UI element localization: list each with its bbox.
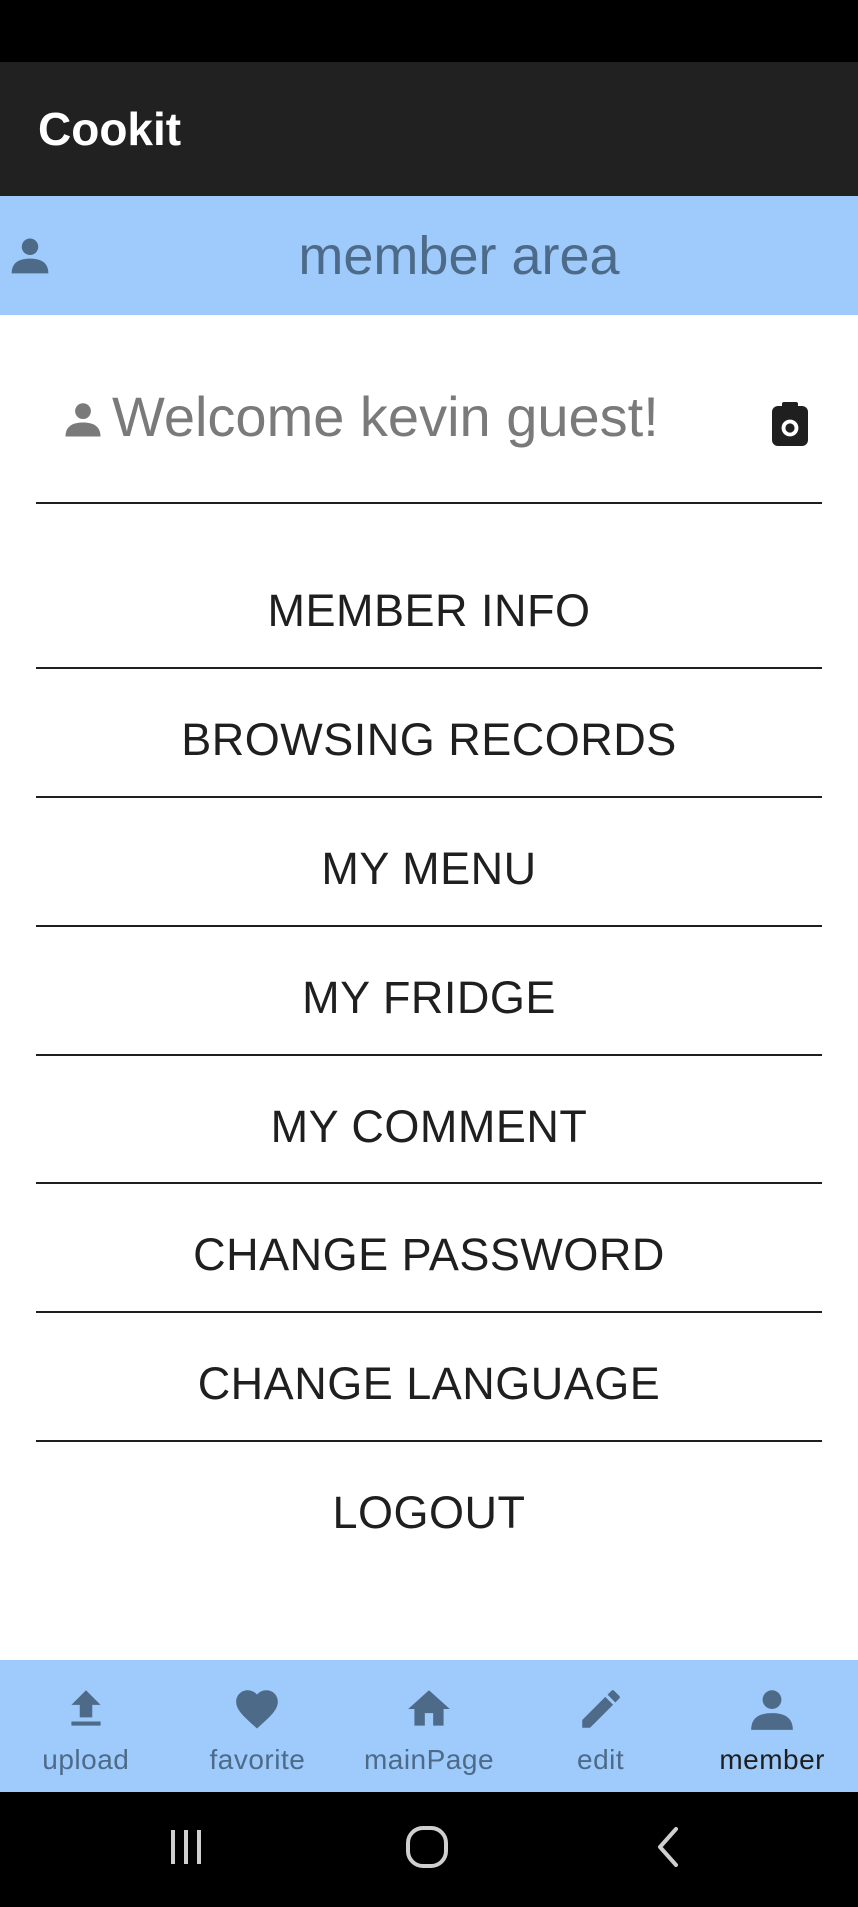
nav-item-favorite[interactable]: favorite [172,1660,344,1792]
system-navigation-bar [0,1792,858,1907]
member-area-header: member area [0,196,858,315]
home-icon [408,1690,450,1726]
home-circle-icon[interactable] [404,1824,450,1870]
nav-label: member [719,1744,826,1775]
nav-item-mainpage[interactable]: mainPage [343,1660,515,1792]
app-title: Cookit [38,103,182,155]
nav-label: favorite [209,1744,306,1775]
divider [36,796,822,798]
divider [36,667,822,669]
menu-item-change-language[interactable]: CHANGE LANGUAGE [36,1320,822,1448]
menu-item-logout[interactable]: LOGOUT [36,1449,822,1577]
nav-label: edit [577,1744,625,1775]
recent-apps-icon[interactable] [167,1828,205,1866]
pencil-icon [581,1690,620,1728]
camera-icon[interactable] [770,402,810,446]
app-bar: Cookit [0,62,858,196]
divider [36,1054,822,1056]
menu-item-change-password[interactable]: CHANGE PASSWORD [36,1191,822,1319]
divider [36,925,822,927]
divider [36,1311,822,1313]
divider [36,502,822,504]
welcome-message: Welcome kevin guest! [112,385,659,448]
menu-item-my-comment[interactable]: MY COMMENT [36,1063,822,1191]
back-icon[interactable] [652,1825,682,1869]
upload-icon [71,1690,101,1726]
welcome-row: Welcome kevin guest! [36,360,822,480]
menu-item-my-menu[interactable]: MY MENU [36,805,822,933]
person-icon [751,1690,794,1730]
divider [36,1182,822,1184]
status-bar [0,0,858,62]
member-area-title: member area [298,225,620,286]
nav-item-member[interactable]: member [686,1660,858,1792]
nav-item-upload[interactable]: upload [0,1660,172,1792]
heart-icon [236,1690,279,1729]
bottom-navigation: upload favorite mainPage edit member [0,1660,858,1792]
menu-item-member-info[interactable]: MEMBER INFO [36,547,822,675]
nav-label: upload [42,1744,130,1775]
divider [36,1440,822,1442]
person-icon [11,238,49,274]
menu-item-browsing-records[interactable]: BROWSING RECORDS [36,676,822,804]
menu-item-my-fridge[interactable]: MY FRIDGE [36,934,822,1062]
nav-item-edit[interactable]: edit [515,1660,687,1792]
nav-label: mainPage [363,1744,495,1775]
person-icon [65,403,101,437]
